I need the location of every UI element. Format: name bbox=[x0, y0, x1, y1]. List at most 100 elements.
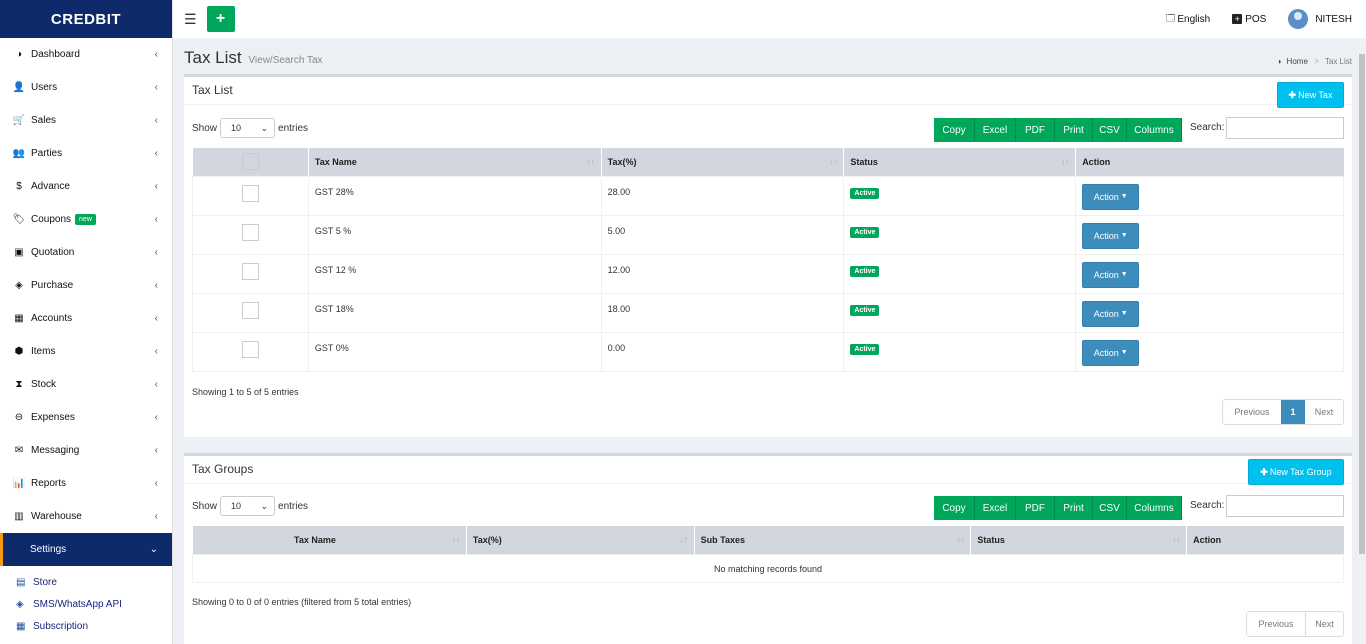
prev-page-button[interactable]: Previous bbox=[1223, 400, 1281, 424]
search-input[interactable] bbox=[1226, 495, 1344, 517]
sidebar-item-label: Stock bbox=[31, 379, 57, 390]
action-label: Action bbox=[1093, 308, 1119, 319]
sidebar-item-coupons[interactable]: 🏷 Coupons new ‹ bbox=[0, 203, 172, 236]
next-page-button[interactable]: Next bbox=[1305, 400, 1343, 424]
copy-button[interactable]: Copy bbox=[934, 118, 975, 142]
submenu-item[interactable]: ▦ Subscription bbox=[0, 615, 172, 637]
col-sub-taxes[interactable]: Sub Taxes ↓↑ bbox=[694, 526, 972, 554]
sidebar-item-users[interactable]: 👤 Users ‹ bbox=[0, 71, 172, 104]
search-input[interactable] bbox=[1226, 117, 1344, 139]
next-page-button[interactable]: Next bbox=[1305, 612, 1343, 636]
row-checkbox[interactable] bbox=[241, 223, 259, 241]
action-dropdown-button[interactable]: Action ▼ bbox=[1082, 222, 1140, 249]
select-all-checkbox[interactable] bbox=[241, 153, 259, 171]
chevron-left-icon: ‹ bbox=[154, 412, 158, 423]
user-menu[interactable]: NITESH bbox=[1288, 9, 1352, 29]
sidebar-item-accounts[interactable]: ▦ Accounts ‹ bbox=[0, 302, 172, 335]
sidebar-item-label: Parties bbox=[31, 148, 63, 159]
sidebar-item-parties[interactable]: 👥 Parties ‹ bbox=[0, 137, 172, 170]
sidebar-item-dashboard[interactable]: ◑ Dashboard ‹ bbox=[0, 38, 172, 71]
col-status[interactable]: Status ↓↑ bbox=[843, 148, 1077, 176]
col-tax-name[interactable]: Tax Name ↓↑ bbox=[308, 148, 602, 176]
sidebar-item-expenses[interactable]: ⊖ Expenses ‹ bbox=[0, 401, 172, 434]
sidebar-item-messaging[interactable]: ✉ Messaging ‹ bbox=[0, 434, 172, 467]
page-scrollbar[interactable] bbox=[1358, 38, 1366, 644]
show-label: Show bbox=[192, 122, 218, 134]
row-checkbox[interactable] bbox=[241, 301, 259, 319]
chevron-left-icon: ‹ bbox=[154, 346, 158, 357]
sidebar-item-advance[interactable]: $ Advance ‹ bbox=[0, 170, 172, 203]
sidebar-item-items[interactable]: ⬢ Items ‹ bbox=[0, 335, 172, 368]
action-dropdown-button[interactable]: Action ▼ bbox=[1082, 339, 1140, 366]
columns-button[interactable]: Columns bbox=[1127, 118, 1182, 142]
action-dropdown-button[interactable]: Action ▼ bbox=[1082, 183, 1140, 210]
chevron-left-icon: ‹ bbox=[154, 247, 158, 258]
sidebar: CREDBIT ◑ Dashboard ‹ 👤 Users ‹ 🛒 Sales ‹ 👥 Partie… bbox=[0, 0, 173, 644]
sidebar-item-stock[interactable]: ⧗ Stock ‹ bbox=[0, 368, 172, 401]
sidebar-item-label: Advance bbox=[31, 181, 70, 192]
page-length-value: 10 bbox=[231, 501, 242, 511]
quick-add-button[interactable]: + bbox=[206, 6, 235, 32]
table-row: GST 28% 28.00 Active Action ▼ bbox=[192, 175, 1344, 216]
new-badge: new bbox=[75, 214, 96, 225]
action-dropdown-button[interactable]: Action ▼ bbox=[1082, 261, 1140, 288]
print-button[interactable]: Print bbox=[1055, 118, 1093, 142]
col-action: Action bbox=[1075, 148, 1344, 176]
csv-button[interactable]: CSV bbox=[1093, 496, 1127, 520]
sidebar-item-purchase[interactable]: ◈ Purchase ‹ bbox=[0, 269, 172, 302]
columns-button[interactable]: Columns bbox=[1127, 496, 1182, 520]
page-length-select[interactable]: 10 ⌄ bbox=[220, 118, 276, 138]
language-icon: 🗔 bbox=[1165, 13, 1176, 23]
pdf-button[interactable]: PDF bbox=[1016, 496, 1055, 520]
new-tax-group-button[interactable]: ✚ New Tax Group bbox=[1248, 459, 1344, 485]
envelope-icon: ✉ bbox=[14, 445, 24, 456]
pos-link[interactable]: + POS bbox=[1232, 14, 1266, 25]
bar-chart-icon: 📊 bbox=[12, 478, 26, 489]
sidebar-item-settings[interactable]: Settings ⌄ bbox=[0, 533, 172, 566]
caret-down-icon: ▼ bbox=[1120, 232, 1128, 239]
col-tax-percent[interactable]: Tax(%) ↓↑ bbox=[466, 526, 695, 554]
excel-button[interactable]: Excel bbox=[975, 118, 1016, 142]
col-status[interactable]: Status ↓↑ bbox=[970, 526, 1188, 554]
action-dropdown-button[interactable]: Action ▼ bbox=[1082, 300, 1140, 327]
entries-label: entries bbox=[278, 500, 309, 512]
page-length-select[interactable]: 10 ⌄ bbox=[220, 496, 276, 516]
user-plus-icon: 👤 bbox=[12, 82, 26, 93]
sidebar-item-reports[interactable]: 📊 Reports ‹ bbox=[0, 467, 172, 500]
breadcrumb-home[interactable]: Home bbox=[1287, 57, 1308, 66]
tax-name-cell: GST 0% bbox=[307, 331, 602, 372]
tax-name-cell: GST 5 % bbox=[307, 214, 602, 255]
cube-icon: ◈ bbox=[16, 598, 24, 610]
tax-percent-cell: 28.00 bbox=[600, 175, 845, 216]
row-checkbox[interactable] bbox=[241, 184, 259, 202]
submenu-item[interactable]: ◈ SMS/WhatsApp API bbox=[0, 593, 172, 615]
submenu-item[interactable]: ▤ Store bbox=[0, 571, 172, 593]
chevron-left-icon: ‹ bbox=[154, 280, 158, 291]
plus-square-icon: + bbox=[1232, 14, 1243, 24]
menu-toggle-icon[interactable]: ☰ bbox=[184, 11, 197, 28]
csv-button[interactable]: CSV bbox=[1093, 118, 1127, 142]
prev-page-button[interactable]: Previous bbox=[1247, 612, 1305, 636]
row-checkbox[interactable] bbox=[241, 262, 259, 280]
pdf-button[interactable]: PDF bbox=[1016, 118, 1055, 142]
row-checkbox[interactable] bbox=[241, 340, 259, 358]
submenu-item-label: Subscription bbox=[33, 620, 89, 632]
copy-button[interactable]: Copy bbox=[934, 496, 975, 520]
sidebar-item-quotation[interactable]: ▣ Quotation ‹ bbox=[0, 236, 172, 269]
print-button[interactable]: Print bbox=[1055, 496, 1093, 520]
brand-logo[interactable]: CREDBIT bbox=[0, 0, 172, 38]
page-1-button[interactable]: 1 bbox=[1281, 400, 1305, 424]
show-label: Show bbox=[192, 500, 218, 512]
col-tax-percent[interactable]: Tax(%) ↓↑ bbox=[601, 148, 845, 176]
row-select-cell bbox=[192, 331, 309, 372]
excel-button[interactable]: Excel bbox=[975, 496, 1016, 520]
col-tax-name[interactable]: Tax Name ↓↑ bbox=[192, 526, 467, 554]
minus-circle-icon: ⊖ bbox=[14, 412, 24, 423]
language-selector[interactable]: 🗔 English bbox=[1166, 11, 1211, 27]
entries-label: entries bbox=[278, 122, 309, 134]
sidebar-item-warehouse[interactable]: ▥ Warehouse ‹ bbox=[0, 500, 172, 533]
status-badge: Active bbox=[850, 187, 880, 199]
new-tax-button[interactable]: ✚ New Tax bbox=[1277, 82, 1344, 108]
sidebar-item-label: Coupons bbox=[31, 214, 72, 225]
sidebar-item-sales[interactable]: 🛒 Sales ‹ bbox=[0, 104, 172, 137]
